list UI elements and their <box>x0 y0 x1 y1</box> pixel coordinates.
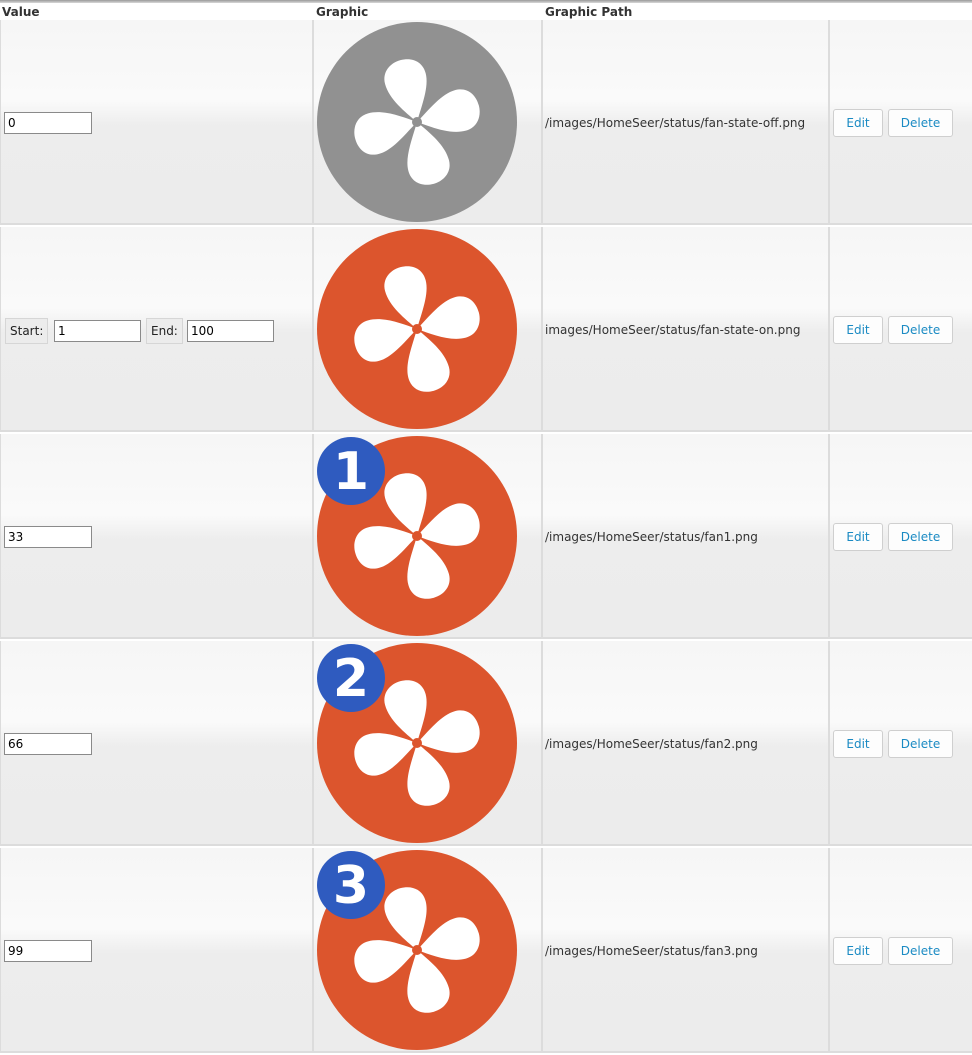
value-input[interactable] <box>4 526 92 548</box>
graphic-path-text: /images/HomeSeer/status/fan2.png <box>545 737 758 751</box>
value-input[interactable] <box>4 940 92 962</box>
actions-cell: Edit Delete <box>830 641 972 846</box>
graphic-cell: 3 <box>314 848 543 1053</box>
table-row: 2 /images/HomeSeer/status/fan2.png Edit … <box>0 641 972 847</box>
value-input[interactable] <box>4 112 92 134</box>
graphic-path-cell: /images/HomeSeer/status/fan1.png <box>543 434 830 639</box>
fan-speed-3-icon: 3 <box>317 850 517 1050</box>
edit-button[interactable]: Edit <box>833 523 883 551</box>
table-row: Start: End: images/HomeSeer/status/fan-s… <box>0 227 972 433</box>
delete-button[interactable]: Delete <box>888 523 953 551</box>
graphic-cell <box>314 20 543 225</box>
actions-cell: Edit Delete <box>830 434 972 639</box>
value-cell <box>0 20 314 225</box>
table-header: Value Graphic Graphic Path <box>0 3 972 20</box>
fan-state-off-icon <box>317 22 517 222</box>
fan-speed-2-icon: 2 <box>317 643 517 843</box>
column-header-graphic-path: Graphic Path <box>545 5 633 19</box>
fan-state-on-icon <box>317 229 517 429</box>
column-header-value: Value <box>2 5 40 19</box>
edit-button[interactable]: Edit <box>833 316 883 344</box>
edit-button[interactable]: Edit <box>833 109 883 137</box>
graphic-path-cell: /images/HomeSeer/status/fan3.png <box>543 848 830 1053</box>
graphic-path-cell: /images/HomeSeer/status/fan-state-off.pn… <box>543 20 830 225</box>
actions-cell: Edit Delete <box>830 848 972 1053</box>
actions-cell: Edit Delete <box>830 20 972 225</box>
table-row: 3 /images/HomeSeer/status/fan3.png Edit … <box>0 848 972 1054</box>
start-label: Start: <box>5 318 49 344</box>
value-cell <box>0 641 314 846</box>
delete-button[interactable]: Delete <box>888 109 953 137</box>
value-input[interactable] <box>4 733 92 755</box>
graphic-cell: 1 <box>314 434 543 639</box>
graphic-path-cell: images/HomeSeer/status/fan-state-on.png <box>543 227 830 432</box>
fan-speed-1-icon: 1 <box>317 436 517 636</box>
delete-button[interactable]: Delete <box>888 730 953 758</box>
graphic-path-text: /images/HomeSeer/status/fan3.png <box>545 944 758 958</box>
edit-button[interactable]: Edit <box>833 730 883 758</box>
table-row: /images/HomeSeer/status/fan-state-off.pn… <box>0 20 972 226</box>
graphic-path-text: images/HomeSeer/status/fan-state-on.png <box>545 323 801 337</box>
value-cell: Start: End: <box>0 227 314 432</box>
graphic-path-text: /images/HomeSeer/status/fan-state-off.pn… <box>545 116 806 130</box>
range-start-input[interactable] <box>54 320 141 342</box>
actions-cell: Edit Delete <box>830 227 972 432</box>
graphic-cell <box>314 227 543 432</box>
column-header-graphic: Graphic <box>316 5 369 19</box>
graphic-path-cell: /images/HomeSeer/status/fan2.png <box>543 641 830 846</box>
speed-badge-number: 2 <box>333 649 369 709</box>
speed-badge-number: 3 <box>333 856 369 916</box>
value-cell <box>0 848 314 1053</box>
graphic-cell: 2 <box>314 641 543 846</box>
graphic-path-text: /images/HomeSeer/status/fan1.png <box>545 530 758 544</box>
value-cell <box>0 434 314 639</box>
delete-button[interactable]: Delete <box>888 316 953 344</box>
delete-button[interactable]: Delete <box>888 937 953 965</box>
end-label: End: <box>146 318 183 344</box>
range-end-input[interactable] <box>187 320 274 342</box>
table-row: 1 /images/HomeSeer/status/fan1.png Edit … <box>0 434 972 640</box>
edit-button[interactable]: Edit <box>833 937 883 965</box>
speed-badge-number: 1 <box>333 442 369 502</box>
